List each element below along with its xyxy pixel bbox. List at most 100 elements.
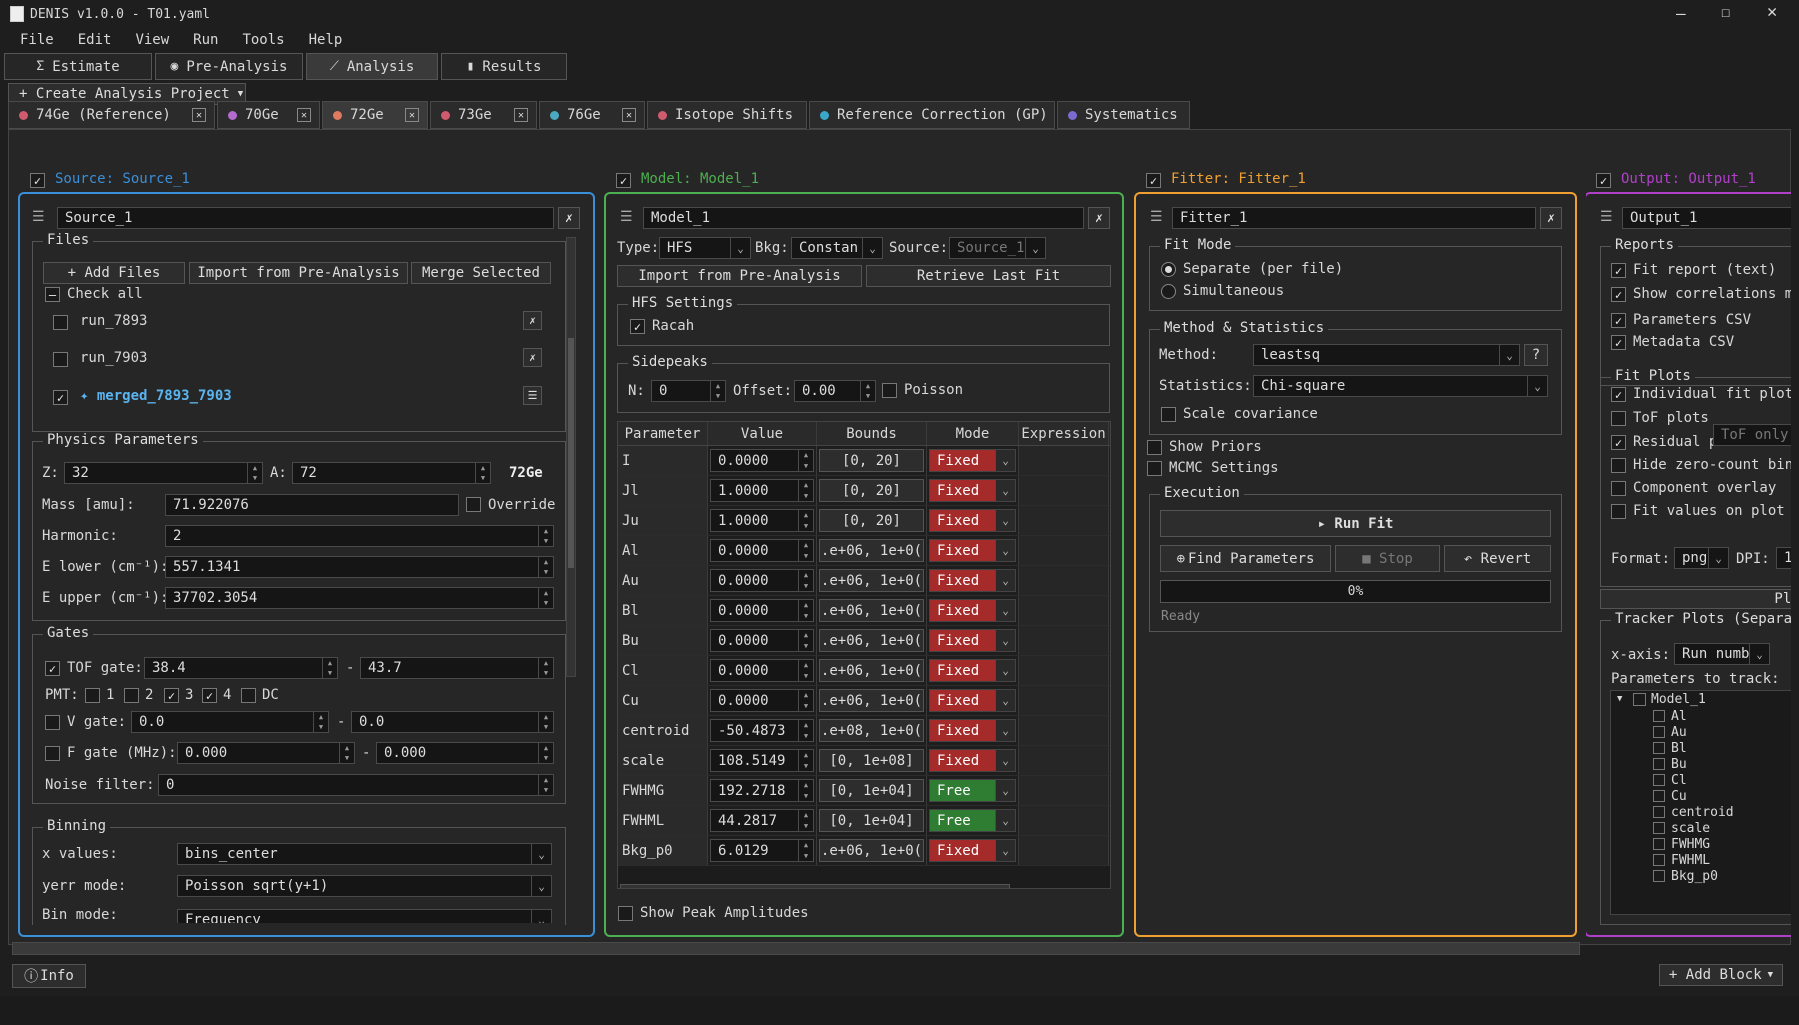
param-bounds[interactable]: [0, 20] [817,506,927,535]
param-value-input[interactable]: 44.2817 ▲ ▼ [708,806,817,835]
plot-option-checkbox[interactable] [1611,458,1626,473]
stop-button[interactable]: ■ Stop [1335,545,1440,572]
param-expression[interactable] [1019,716,1109,745]
minimize-icon[interactable]: — [1676,4,1686,23]
main-tab-estimate[interactable]: Σ Estimate [4,53,152,80]
param-bounds[interactable]: .e+06, 1e+0( [817,656,927,685]
param-expression[interactable] [1019,746,1109,775]
param-bounds[interactable]: [0, 1e+04] [817,776,927,805]
tof-min-input[interactable]: 38.4 ▲ ▼ [144,657,338,679]
x-values-select[interactable]: bins_center ⌄ [177,843,552,865]
param-expression[interactable] [1019,506,1109,535]
eupper-input[interactable]: 37702.3054 ▲ ▼ [165,587,554,609]
param-bounds-button[interactable]: .e+06, 1e+0( [819,659,924,682]
import-from-pre-analysis-button[interactable]: Import from Pre-Analysis [189,262,408,284]
param-bounds-button[interactable]: .e+06, 1e+0( [819,539,924,562]
tree-item-checkbox[interactable] [1653,838,1665,850]
dpi-input[interactable]: 1 [1776,547,1791,569]
add-files-button[interactable]: + Add Files [43,262,185,284]
plot-option-checkbox[interactable] [1611,504,1626,519]
param-bounds[interactable]: [0, 20] [817,446,927,475]
param-value-input[interactable]: 0.0000 ▲ ▼ [708,536,817,565]
retrieve-last-fit-button[interactable]: Retrieve Last Fit [866,265,1111,287]
menu-edit[interactable]: Edit [66,32,124,48]
source-name-input[interactable]: Source_1 [57,207,554,229]
drag-handle-icon[interactable]: ☰ [32,209,49,226]
param-value-spinner[interactable]: ▲ ▼ [798,810,813,831]
check-all-checkbox[interactable]: — [45,287,60,302]
tree-item-checkbox[interactable] [1653,870,1665,882]
param-bounds[interactable]: .e+06, 1e+0( [817,686,927,715]
f-min-input[interactable]: 0.000 ▲ ▼ [177,742,355,764]
method-help-button[interactable]: ? [1524,344,1548,366]
yerr-mode-select[interactable]: Poisson sqrt(y+1) ⌄ [177,875,552,897]
param-bounds[interactable]: [0, 1e+08] [817,746,927,775]
param-bounds[interactable]: .e+06, 1e+0( [817,836,927,865]
param-expression[interactable] [1019,836,1109,865]
param-mode-select[interactable]: Fixed ⌄ [927,626,1019,655]
param-value-input[interactable]: -50.4873 ▲ ▼ [708,716,817,745]
param-expression[interactable] [1019,626,1109,655]
z-spinner[interactable]: ▲ ▼ [247,463,262,483]
param-bounds-button[interactable]: .e+06, 1e+0( [819,689,924,712]
param-bounds[interactable]: .e+06, 1e+0( [817,596,927,625]
isotope-tab-systematics[interactable]: Systematics [1057,101,1190,129]
report-checkbox[interactable]: ✓ [1611,263,1626,278]
param-value-input[interactable]: 0.0000 ▲ ▼ [708,626,817,655]
menu-file[interactable]: File [8,32,66,48]
param-value-input[interactable]: 0.0000 ▲ ▼ [708,596,817,625]
param-value-spinner[interactable]: ▲ ▼ [798,840,813,861]
f-gate-checkbox[interactable] [45,746,60,761]
tree-item-checkbox[interactable] [1653,742,1665,754]
column-header-bounds[interactable]: Bounds [817,422,927,445]
param-bounds-button[interactable]: [0, 1e+04] [819,779,924,802]
param-value-input[interactable]: 192.2718 ▲ ▼ [708,776,817,805]
bkg-select[interactable]: Constan ⌄ [791,237,883,259]
param-bounds-button[interactable]: [0, 1e+04] [819,809,924,832]
isotope-tab-73ge[interactable]: 73Ge ✕ [430,101,537,129]
param-bounds[interactable]: [0, 20] [817,476,927,505]
harmonic-input[interactable]: 2 ▲ ▼ [165,525,554,547]
n-input[interactable]: 0 ▲ ▼ [651,380,726,402]
show-peak-amplitudes-checkbox[interactable] [618,906,633,921]
tree-item-checkbox[interactable] [1653,774,1665,786]
model-source-select[interactable]: Source_1 ⌄ [949,237,1046,259]
menu-help[interactable]: Help [297,32,355,48]
drag-handle-icon[interactable]: ☰ [1600,209,1613,225]
fitter-name-input[interactable]: Fitter_1 [1172,207,1536,229]
param-expression[interactable] [1019,806,1109,835]
simultaneous-radio[interactable] [1161,284,1176,299]
param-expression[interactable] [1019,536,1109,565]
close-tab-icon[interactable]: ✕ [622,108,636,122]
column-header-parameter[interactable]: Parameter [618,422,708,445]
plot-option-checkbox[interactable]: ✓ [1611,387,1626,402]
param-mode-select[interactable]: Fixed ⌄ [927,746,1019,775]
isotope-tab-72ge[interactable]: 72Ge ✕ [322,101,428,129]
param-mode-select[interactable]: Fixed ⌄ [927,536,1019,565]
column-header-mode[interactable]: Mode [927,422,1019,445]
tree-item-checkbox[interactable] [1653,854,1665,866]
param-expression[interactable] [1019,776,1109,805]
file-name[interactable]: ✦ merged_7893_7903 [80,388,232,404]
isotope-tab-reference-correction-gp-[interactable]: Reference Correction (GP) [809,101,1055,129]
tree-item-checkbox[interactable] [1653,758,1665,770]
menu-run[interactable]: Run [181,32,230,48]
param-expression[interactable] [1019,686,1109,715]
merge-selected-button[interactable]: Merge Selected [411,262,551,284]
close-tab-icon[interactable]: ✕ [514,108,528,122]
param-bounds-button[interactable]: .e+06, 1e+0( [819,629,924,652]
param-value-spinner[interactable]: ▲ ▼ [798,510,813,531]
horizontal-scrollbar[interactable] [12,942,1580,955]
isotope-tab-74ge-reference-[interactable]: 74Ge (Reference) ✕ [8,101,215,129]
main-tab-pre-analysis[interactable]: ◉ Pre-Analysis [155,53,303,80]
close-window-icon[interactable]: ✕ [1767,2,1777,22]
tree-item-checkbox[interactable] [1653,806,1665,818]
tof-gate-checkbox[interactable]: ✓ [45,661,60,676]
output-enable-checkbox[interactable]: ✓ [1596,173,1611,188]
tree-expand-icon[interactable]: ▼ [1617,694,1622,704]
bin-mode-select[interactable]: Frequency ⌄ [177,909,552,923]
param-mode-select[interactable]: Fixed ⌄ [927,506,1019,535]
param-bounds-button[interactable]: .e+06, 1e+0( [819,599,924,622]
method-select[interactable]: leastsq ⌄ [1253,344,1520,366]
param-value-input[interactable]: 0.0000 ▲ ▼ [708,656,817,685]
